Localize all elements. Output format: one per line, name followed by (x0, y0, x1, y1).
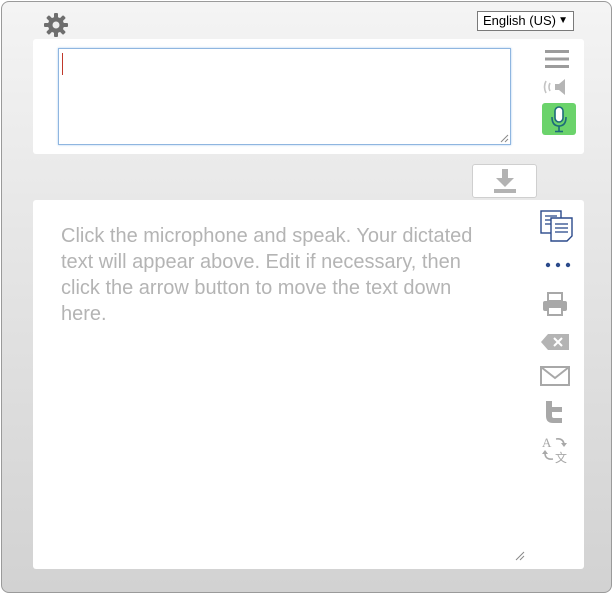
transfer-text-button[interactable] (472, 164, 537, 198)
output-panel: Click the microphone and speak. Your dic… (33, 200, 584, 569)
language-select[interactable]: English (US) ▼ (477, 11, 574, 31)
resize-handle-icon[interactable] (515, 551, 525, 561)
ellipsis-icon[interactable] (544, 261, 572, 269)
svg-text:A: A (542, 435, 552, 450)
translate-icon[interactable]: A 文 (540, 434, 570, 464)
download-arrow-icon (494, 169, 516, 193)
dictation-panel (33, 39, 584, 154)
printer-icon[interactable] (542, 292, 568, 316)
envelope-icon[interactable] (540, 366, 570, 386)
gear-icon[interactable] (42, 11, 70, 39)
copy-icon[interactable] (540, 210, 574, 242)
language-select-value: English (US) (483, 13, 556, 28)
svg-text:文: 文 (555, 450, 567, 464)
dictation-app: English (US) ▼ Click the microphone and … (1, 1, 612, 593)
microphone-icon (551, 106, 567, 133)
output-placeholder[interactable]: Click the microphone and speak. Your dic… (61, 223, 491, 327)
hamburger-icon[interactable] (545, 49, 569, 69)
speaker-icon[interactable] (543, 76, 571, 98)
microphone-button[interactable] (542, 103, 576, 135)
twitter-icon[interactable] (543, 400, 565, 424)
text-caret (62, 53, 63, 75)
resize-handle-icon[interactable] (500, 134, 509, 143)
backspace-icon[interactable] (540, 333, 570, 351)
chevron-down-icon: ▼ (558, 15, 568, 26)
dictation-textarea[interactable] (58, 48, 511, 145)
